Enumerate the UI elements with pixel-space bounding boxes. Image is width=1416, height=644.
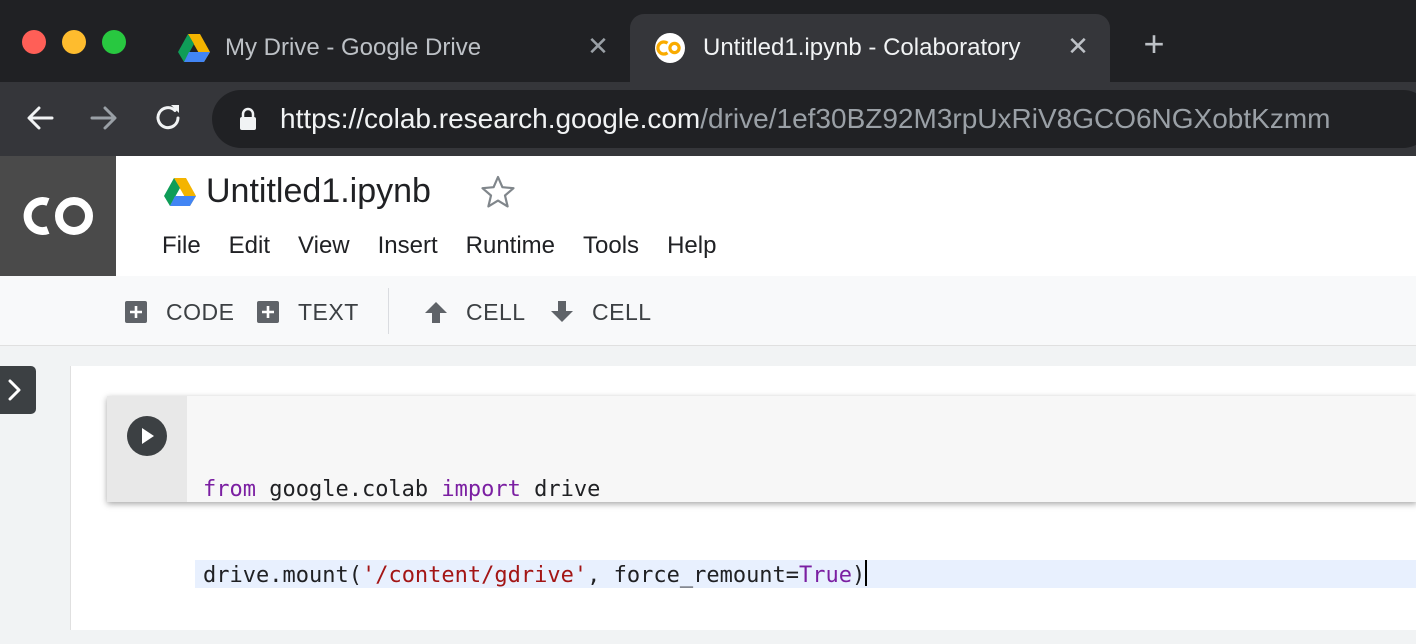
menu-file[interactable]: File — [162, 232, 201, 260]
browser-tab-bar: My Drive - Google Drive ✕ Untitled1.ipyn… — [0, 0, 1416, 82]
add-text-label: TEXT — [298, 298, 359, 325]
code-bool: True — [799, 563, 853, 588]
new-tab-button[interactable]: + — [1138, 26, 1170, 62]
menu-runtime[interactable]: Runtime — [466, 232, 555, 260]
notebook-toolbar: CODE TEXT CELL CELL — [0, 276, 1416, 346]
code-text: from google.colab import drive drive.mou… — [195, 420, 1416, 644]
sidebar-toggle-button[interactable] — [0, 366, 36, 414]
move-cell-down-button[interactable]: CELL — [550, 298, 652, 326]
url-scheme: https:// — [280, 103, 365, 134]
move-up-label: CELL — [466, 298, 526, 325]
code-line-2: drive.mount('/content/gdrive', force_rem… — [195, 560, 1416, 588]
run-cell-button[interactable] — [127, 416, 167, 456]
tab-title: My Drive - Google Drive — [225, 34, 482, 61]
code-line-1: from google.colab import drive — [203, 476, 1416, 504]
colab-logo-icon — [23, 197, 93, 235]
menu-edit[interactable]: Edit — [229, 232, 270, 260]
move-cell-up-button[interactable]: CELL — [424, 298, 526, 326]
notebook-page: from google.colab import drive drive.mou… — [70, 366, 1416, 630]
code-kwarg: , force_remount= — [587, 563, 800, 588]
menu-help[interactable]: Help — [667, 232, 716, 260]
colab-icon — [655, 33, 685, 63]
menu-view[interactable]: View — [298, 232, 350, 260]
add-box-icon — [125, 301, 147, 323]
reload-icon[interactable] — [150, 100, 186, 136]
menu-bar: File Edit View Insert Runtime Tools Help — [162, 232, 744, 260]
code-call: drive.mount( — [203, 563, 362, 588]
back-arrow-icon[interactable] — [22, 100, 58, 136]
window-maximize-button[interactable] — [102, 30, 126, 54]
window-close-button[interactable] — [22, 30, 46, 54]
url-text: https://colab.research.google.com/drive/… — [280, 103, 1330, 135]
code-close: ) — [852, 563, 866, 588]
code-keyword: import — [441, 477, 521, 502]
code-editor[interactable]: from google.colab import drive drive.mou… — [187, 396, 1416, 588]
google-drive-icon[interactable] — [164, 178, 196, 206]
tab-title: Untitled1.ipynb - Colaboratory — [703, 34, 1021, 61]
notebook-area: from google.colab import drive drive.mou… — [0, 346, 1416, 630]
arrow-up-icon — [425, 302, 447, 323]
tab-close-icon[interactable]: ✕ — [1064, 32, 1092, 60]
window-minimize-button[interactable] — [62, 30, 86, 54]
colab-logo[interactable] — [0, 156, 116, 276]
notebook-title[interactable]: Untitled1.ipynb — [206, 172, 431, 211]
code-keyword: from — [203, 477, 256, 502]
code-name: drive — [520, 477, 601, 502]
text-cursor — [865, 560, 868, 586]
address-bar[interactable]: https://colab.research.google.com/drive/… — [212, 90, 1416, 148]
chevron-right-icon — [8, 379, 21, 401]
add-box-icon — [257, 301, 279, 323]
play-icon — [142, 428, 154, 444]
forward-arrow-icon[interactable] — [86, 100, 122, 136]
url-host: colab.research.google.com — [364, 103, 701, 134]
add-code-cell-button[interactable]: CODE — [124, 298, 234, 326]
code-string: '/content/gdrive' — [361, 563, 588, 588]
star-icon[interactable] — [480, 174, 516, 210]
tab-close-icon[interactable]: ✕ — [584, 32, 612, 60]
menu-tools[interactable]: Tools — [583, 232, 639, 260]
browser-toolbar: https://colab.research.google.com/drive/… — [0, 82, 1416, 156]
move-down-label: CELL — [592, 298, 652, 325]
tab-colab[interactable]: Untitled1.ipynb - Colaboratory ✕ — [630, 14, 1110, 82]
cell-gutter — [107, 396, 187, 502]
code-module: google.colab — [255, 477, 442, 502]
code-cell[interactable]: from google.colab import drive drive.mou… — [107, 396, 1416, 588]
toolbar-divider — [388, 288, 389, 334]
lock-icon — [240, 107, 256, 130]
tab-google-drive[interactable]: My Drive - Google Drive ✕ — [160, 14, 630, 82]
arrow-down-icon — [551, 301, 573, 322]
google-drive-icon — [178, 34, 210, 62]
add-code-label: CODE — [166, 298, 235, 325]
url-path: /drive/1ef30BZ92M3rpUxRiV8GCO6NGXobtKzmm — [700, 103, 1331, 134]
add-text-cell-button[interactable]: TEXT — [256, 298, 359, 326]
colab-header: Untitled1.ipynb File Edit View Insert Ru… — [0, 156, 1416, 276]
menu-insert[interactable]: Insert — [378, 232, 438, 260]
